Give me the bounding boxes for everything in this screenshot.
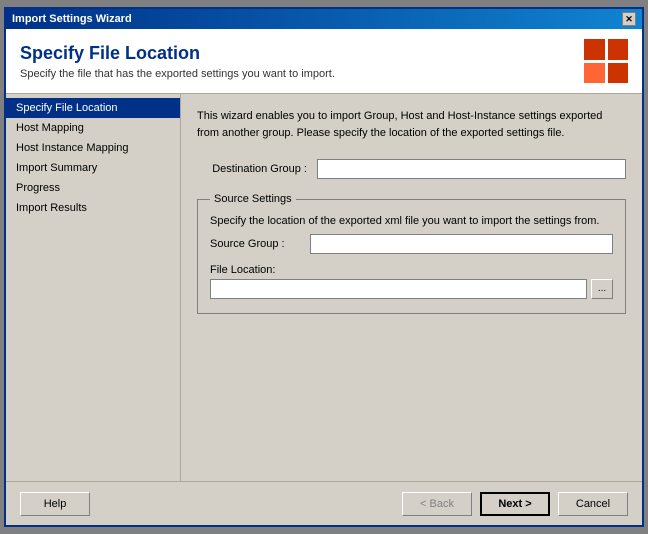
browse-button[interactable]: ... xyxy=(591,279,613,299)
main-window: Import Settings Wizard ✕ Specify File Lo… xyxy=(4,7,644,527)
file-location-row: ... xyxy=(210,279,613,299)
sidebar-item-progress[interactable]: Progress xyxy=(6,178,180,198)
logo-cell-4 xyxy=(608,63,629,84)
destination-group-row: Destination Group : xyxy=(197,159,626,179)
help-button[interactable]: Help xyxy=(20,492,90,516)
content-area: Specify File Location Host Mapping Host … xyxy=(6,94,642,481)
logo-cell-2 xyxy=(608,39,629,60)
page-subtitle: Specify the file that has the exported s… xyxy=(20,68,335,80)
sidebar-item-host-instance-mapping[interactable]: Host Instance Mapping xyxy=(6,138,180,158)
source-description: Specify the location of the exported xml… xyxy=(210,213,613,230)
logo-cell-3 xyxy=(584,63,605,84)
footer: Help < Back Next > Cancel xyxy=(6,481,642,525)
file-location-section: File Location: ... xyxy=(210,264,613,299)
sidebar-item-specify-file-location[interactable]: Specify File Location xyxy=(6,98,180,118)
destination-group-input[interactable] xyxy=(317,159,626,179)
title-bar: Import Settings Wizard ✕ xyxy=(6,9,642,29)
footer-right: < Back Next > Cancel xyxy=(402,492,628,516)
source-settings-group: Source Settings Specify the location of … xyxy=(197,193,626,314)
source-group-row: Source Group : xyxy=(210,234,613,254)
sidebar-item-import-results[interactable]: Import Results xyxy=(6,198,180,218)
destination-group-label: Destination Group : xyxy=(197,163,307,175)
header-text: Specify File Location Specify the file t… xyxy=(20,43,335,80)
source-group-input[interactable] xyxy=(310,234,613,254)
logo-cell-1 xyxy=(584,39,605,60)
sidebar-item-host-mapping[interactable]: Host Mapping xyxy=(6,118,180,138)
sidebar-item-import-summary[interactable]: Import Summary xyxy=(6,158,180,178)
page-title: Specify File Location xyxy=(20,43,335,64)
logo xyxy=(584,39,628,83)
main-panel: This wizard enables you to import Group,… xyxy=(181,94,642,481)
source-settings-legend: Source Settings xyxy=(210,193,296,205)
sidebar: Specify File Location Host Mapping Host … xyxy=(6,94,181,481)
cancel-button[interactable]: Cancel xyxy=(558,492,628,516)
header: Specify File Location Specify the file t… xyxy=(6,29,642,94)
intro-text: This wizard enables you to import Group,… xyxy=(197,108,626,141)
window-title: Import Settings Wizard xyxy=(12,13,132,25)
source-group-label: Source Group : xyxy=(210,238,300,250)
next-button[interactable]: Next > xyxy=(480,492,550,516)
file-location-label: File Location: xyxy=(210,264,613,276)
back-button[interactable]: < Back xyxy=(402,492,472,516)
file-location-input[interactable] xyxy=(210,279,587,299)
close-button[interactable]: ✕ xyxy=(622,12,636,26)
